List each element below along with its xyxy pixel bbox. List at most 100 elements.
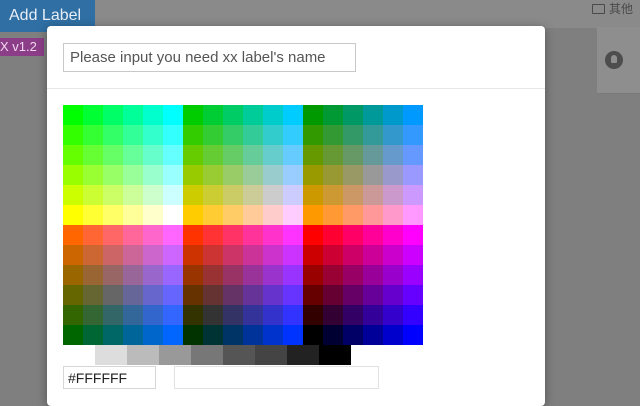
color-swatch[interactable] [103,165,123,185]
color-swatch[interactable] [83,125,103,145]
color-swatch[interactable] [203,185,223,205]
color-swatch[interactable] [403,225,423,245]
color-swatch[interactable] [383,185,403,205]
gray-swatch[interactable] [95,345,127,365]
color-swatch[interactable] [383,205,403,225]
color-swatch[interactable] [323,285,343,305]
color-swatch[interactable] [383,125,403,145]
color-swatch[interactable] [223,225,243,245]
color-swatch[interactable] [303,205,323,225]
color-swatch[interactable] [223,145,243,165]
color-swatch[interactable] [223,305,243,325]
color-swatch[interactable] [283,245,303,265]
color-swatch[interactable] [343,105,363,125]
color-swatch[interactable] [203,265,223,285]
color-swatch[interactable] [343,325,363,345]
bookmark-folder[interactable]: 其他 [592,0,633,18]
color-swatch[interactable] [403,105,423,125]
color-swatch[interactable] [363,225,383,245]
color-swatch[interactable] [303,305,323,325]
color-swatch[interactable] [103,225,123,245]
color-swatch[interactable] [63,125,83,145]
color-swatch[interactable] [123,285,143,305]
color-swatch[interactable] [243,165,263,185]
color-swatch[interactable] [363,245,383,265]
color-swatch[interactable] [303,245,323,265]
color-swatch[interactable] [83,285,103,305]
color-swatch[interactable] [363,145,383,165]
color-swatch[interactable] [263,265,283,285]
color-swatch[interactable] [403,265,423,285]
color-swatch[interactable] [343,265,363,285]
color-swatch[interactable] [123,125,143,145]
color-swatch[interactable] [143,265,163,285]
color-swatch[interactable] [123,205,143,225]
color-swatch[interactable] [63,325,83,345]
color-swatch[interactable] [283,145,303,165]
color-swatch[interactable] [263,165,283,185]
color-swatch[interactable] [183,205,203,225]
color-swatch[interactable] [183,125,203,145]
color-swatch[interactable] [203,125,223,145]
gray-swatch[interactable] [127,345,159,365]
color-swatch[interactable] [63,225,83,245]
color-swatch[interactable] [283,165,303,185]
color-swatch[interactable] [123,245,143,265]
grayscale-row[interactable] [63,345,351,365]
color-swatch[interactable] [343,285,363,305]
color-swatch[interactable] [163,265,183,285]
color-swatch[interactable] [143,245,163,265]
color-swatch[interactable] [103,205,123,225]
color-swatch[interactable] [283,205,303,225]
color-swatch[interactable] [403,325,423,345]
color-swatch[interactable] [83,245,103,265]
color-swatch[interactable] [63,145,83,165]
color-swatch[interactable] [243,305,263,325]
color-swatch[interactable] [163,145,183,165]
color-swatch[interactable] [163,325,183,345]
color-swatch[interactable] [203,145,223,165]
color-swatch[interactable] [143,185,163,205]
color-swatch[interactable] [123,305,143,325]
color-swatch[interactable] [323,245,343,265]
color-swatch[interactable] [183,265,203,285]
color-swatch[interactable] [83,185,103,205]
color-swatch[interactable] [83,105,103,125]
color-swatch[interactable] [403,305,423,325]
color-swatch[interactable] [383,305,403,325]
color-swatch[interactable] [183,165,203,185]
color-swatch[interactable] [363,285,383,305]
color-swatch[interactable] [283,265,303,285]
color-swatch[interactable] [103,105,123,125]
color-swatch[interactable] [143,305,163,325]
color-swatch[interactable] [183,225,203,245]
color-swatch[interactable] [363,265,383,285]
color-swatch[interactable] [383,245,403,265]
color-swatch[interactable] [363,105,383,125]
color-swatch[interactable] [303,105,323,125]
color-swatch[interactable] [283,105,303,125]
color-swatch[interactable] [143,285,163,305]
color-swatch[interactable] [203,105,223,125]
color-swatch[interactable] [203,165,223,185]
color-swatch[interactable] [103,325,123,345]
color-swatch[interactable] [203,205,223,225]
color-swatch[interactable] [303,185,323,205]
color-swatch[interactable] [163,305,183,325]
color-swatch[interactable] [303,225,323,245]
color-swatch[interactable] [303,165,323,185]
color-swatch[interactable] [223,205,243,225]
color-swatch[interactable] [83,265,103,285]
color-swatch[interactable] [323,145,343,165]
color-swatch[interactable] [243,225,263,245]
color-swatch[interactable] [223,165,243,185]
color-swatch[interactable] [263,125,283,145]
color-swatch[interactable] [163,285,183,305]
color-swatch[interactable] [263,205,283,225]
color-swatch[interactable] [323,105,343,125]
color-swatch[interactable] [143,325,163,345]
gray-swatch[interactable] [63,345,95,365]
color-swatch[interactable] [263,185,283,205]
color-swatch[interactable] [183,325,203,345]
color-swatch[interactable] [283,185,303,205]
